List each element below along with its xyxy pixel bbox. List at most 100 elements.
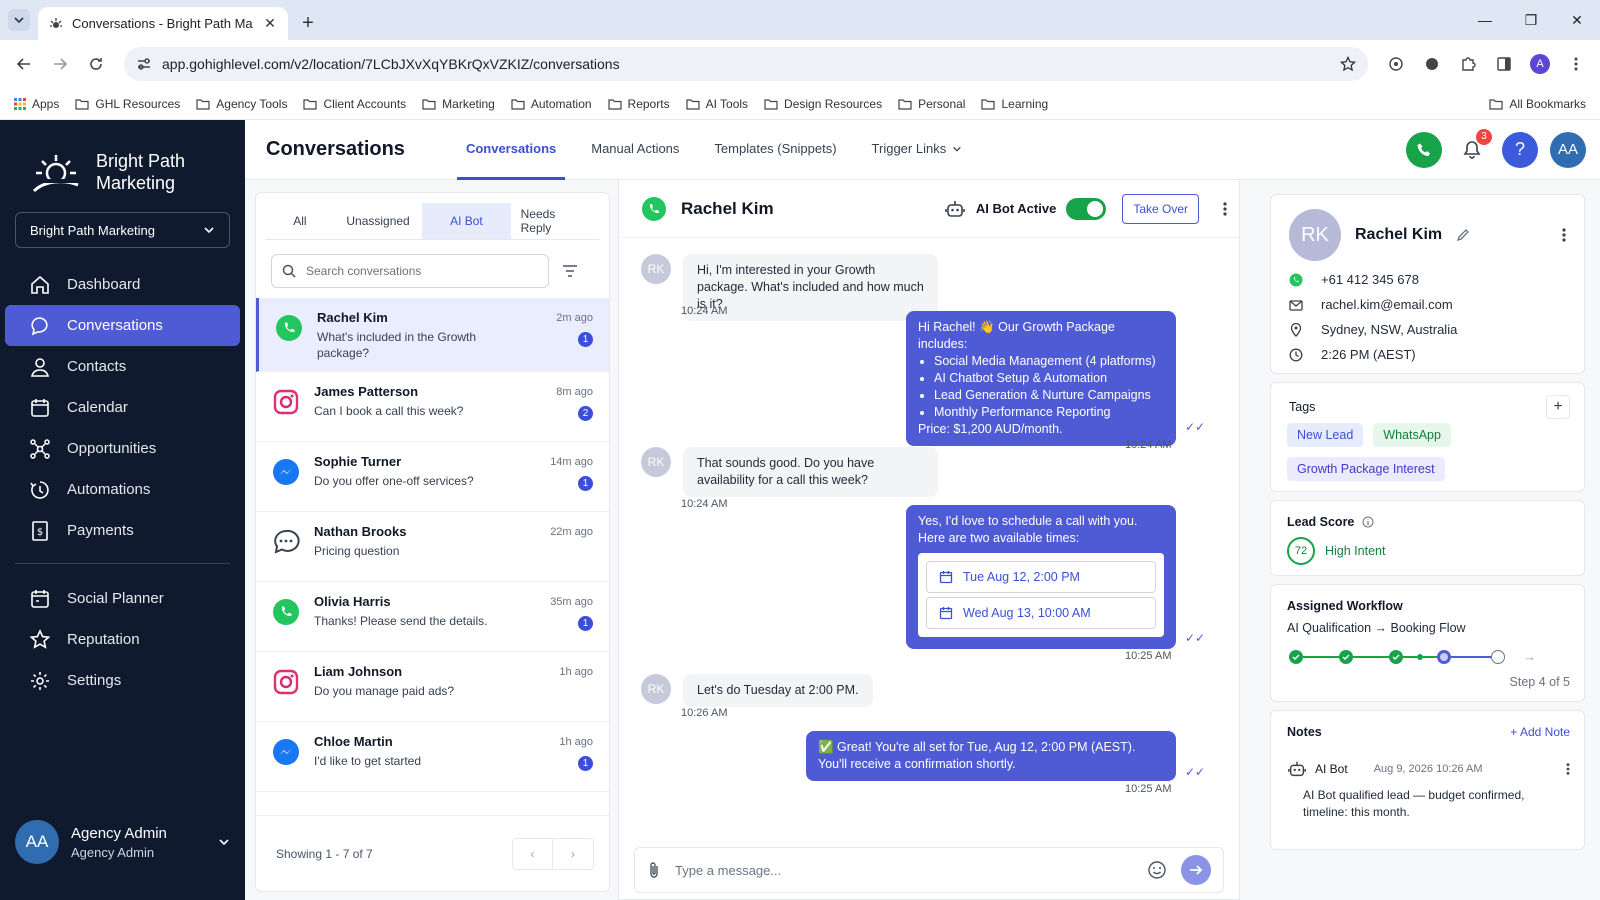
close-window-button[interactable]: ✕ <box>1554 0 1600 40</box>
sidebar-item-calendar[interactable]: Calendar <box>5 387 240 428</box>
reply-intro: Hi Rachel! 👋 Our Growth Package includes… <box>918 320 1115 351</box>
sidebar-item-automations[interactable]: Automations <box>5 469 240 510</box>
prev-page-button[interactable]: ‹ <box>513 838 553 869</box>
conversation-item[interactable]: Rachel Kim What's included in the Growth … <box>256 298 609 372</box>
bookmark-folder[interactable]: AI Tools <box>685 97 748 111</box>
edit-pencil-icon[interactable] <box>1456 228 1470 242</box>
search-row: Search conversations <box>271 254 599 288</box>
extension-icon-1[interactable] <box>1380 48 1412 80</box>
attachment-icon[interactable] <box>647 861 661 879</box>
side-panel-icon[interactable] <box>1488 48 1520 80</box>
extensions-puzzle-icon[interactable] <box>1452 48 1484 80</box>
bookmark-apps[interactable]: Apps <box>14 97 59 111</box>
back-button[interactable] <box>8 48 40 80</box>
notifications-button[interactable]: 3 <box>1454 128 1492 168</box>
browser-tab[interactable]: Conversations - Bright Path Ma ✕ <box>38 7 288 40</box>
add-note-button[interactable]: + Add Note <box>1510 725 1570 739</box>
bookmark-folder[interactable]: Marketing <box>422 97 495 111</box>
contact-email: rachel.kim@email.com <box>1321 297 1453 312</box>
brand-logo[interactable]: Bright Path Marketing <box>0 120 245 202</box>
contact-email-row[interactable]: rachel.kim@email.com <box>1289 292 1584 317</box>
bookmark-folder[interactable]: Agency Tools <box>196 97 287 111</box>
conversation-preview: Can I book a call this week? <box>314 404 464 418</box>
contact-avatar: RK <box>1289 209 1341 261</box>
restore-button[interactable]: ❐ <box>1508 0 1554 40</box>
bookmark-folder[interactable]: Personal <box>898 97 965 111</box>
minimize-button[interactable]: — <box>1462 0 1508 40</box>
account-select-value: Bright Path Marketing <box>30 222 156 238</box>
conversation-item[interactable]: Liam Johnson Do you manage paid ads? 1h ag… <box>256 652 609 722</box>
sidebar-item-contacts[interactable]: Contacts <box>5 346 240 387</box>
tag-whatsapp[interactable]: WhatsApp <box>1373 423 1451 447</box>
sidebar-item-reputation[interactable]: Reputation <box>5 619 240 660</box>
conversation-item[interactable]: James Patterson Can I book a call this we… <box>256 372 609 442</box>
user-profile-menu[interactable]: AA Agency Admin Agency Admin <box>15 820 230 864</box>
next-page-button[interactable]: › <box>553 839 593 869</box>
conversation-item[interactable]: Olivia Harris Thanks! Please send the det… <box>256 582 609 652</box>
bookmark-folder[interactable]: Learning <box>981 97 1048 111</box>
sidebar-item-social-planner[interactable]: Social Planner <box>5 578 240 619</box>
send-button[interactable] <box>1181 855 1211 885</box>
contact-location: Sydney, NSW, Australia <box>1321 322 1458 337</box>
tag-growth-package-interest[interactable]: Growth Package Interest <box>1287 457 1445 481</box>
take-over-button[interactable]: Take Over <box>1122 193 1199 224</box>
conversation-item[interactable]: Nathan Brooks Pricing question 22m ago <box>256 512 609 582</box>
more-options-icon[interactable] <box>1562 227 1566 243</box>
time-slot-option[interactable]: Tue Aug 12, 2:00 PM <box>926 561 1156 593</box>
profile-button[interactable]: A <box>1524 48 1556 80</box>
forward-button[interactable] <box>44 48 76 80</box>
extension-icon-2[interactable] <box>1416 48 1448 80</box>
phone-button[interactable] <box>1406 131 1442 168</box>
browser-menu-icon[interactable] <box>1560 48 1592 80</box>
step-pending-icon <box>1491 649 1505 664</box>
all-bookmarks[interactable]: All Bookmarks <box>1489 97 1586 111</box>
url-bar[interactable]: app.gohighlevel.com/v2/location/7LCbJXvX… <box>124 47 1368 81</box>
note-options-icon[interactable] <box>1566 762 1570 776</box>
tags-card: Tags + New Lead WhatsApp Growth Package … <box>1270 382 1585 492</box>
search-icon <box>282 264 296 278</box>
tab-trigger-links[interactable]: Trigger Links <box>863 120 972 180</box>
bookmark-folder[interactable]: Reports <box>607 97 670 111</box>
filter-all[interactable]: All <box>266 203 334 239</box>
bookmark-label: Learning <box>1001 96 1049 111</box>
conversation-item[interactable]: Sophie Turner Do you offer one-off servic… <box>256 442 609 512</box>
bookmark-folder[interactable]: Client Accounts <box>303 97 406 111</box>
message-input[interactable]: Type a message... <box>675 863 1133 878</box>
filter-needs-reply[interactable]: Needs Reply <box>511 203 599 239</box>
account-select[interactable]: Bright Path Marketing <box>15 212 230 248</box>
bookmark-folder[interactable]: Automation <box>511 97 592 111</box>
sidebar-item-opportunities[interactable]: Opportunities <box>5 428 240 469</box>
contact-phone-row[interactable]: +61 412 345 678 <box>1289 267 1584 292</box>
conversation-item[interactable]: Chloe Martin I'd like to get started 1h ag… <box>256 722 609 792</box>
tab-manual-actions[interactable]: Manual Actions <box>582 120 688 180</box>
filter-sort-icon[interactable] <box>561 262 579 280</box>
new-tab-button[interactable]: + <box>294 9 322 37</box>
search-input[interactable]: Search conversations <box>271 254 549 288</box>
ai-bot-toggle[interactable] <box>1066 197 1107 220</box>
reload-icon <box>90 58 102 70</box>
emoji-icon[interactable] <box>1147 860 1167 880</box>
help-button[interactable]: ? <box>1502 131 1538 168</box>
star-bookmark-icon[interactable] <box>1340 56 1356 72</box>
sidebar-item-dashboard[interactable]: Dashboard <box>5 264 240 305</box>
sidebar-item-conversations[interactable]: Conversations <box>5 305 240 346</box>
reload-button[interactable] <box>80 48 112 80</box>
more-options-icon[interactable] <box>1223 201 1227 217</box>
sidebar-item-settings[interactable]: Settings <box>5 660 240 701</box>
info-icon[interactable] <box>1362 516 1374 528</box>
tab-templates[interactable]: Templates (Snippets) <box>705 120 845 180</box>
bookmark-folder[interactable]: GHL Resources <box>75 97 180 111</box>
sidebar-item-payments[interactable]: $ Payments <box>5 510 240 551</box>
add-tag-button[interactable]: + <box>1546 395 1570 419</box>
filter-ai-bot[interactable]: AI Bot <box>422 203 511 239</box>
close-tab-icon[interactable]: ✕ <box>262 15 278 32</box>
bookmark-label: Design Resources <box>784 96 883 111</box>
workflow-step: Step 4 of 5 <box>1509 675 1570 689</box>
filter-unassigned[interactable]: Unassigned <box>334 203 422 239</box>
tab-conversations[interactable]: Conversations <box>456 120 566 180</box>
time-slot-option[interactable]: Wed Aug 13, 10:00 AM <box>926 597 1156 629</box>
user-avatar-button[interactable]: AA <box>1550 131 1586 168</box>
tag-new-lead[interactable]: New Lead <box>1287 423 1364 447</box>
bookmark-folder[interactable]: Design Resources <box>764 97 882 111</box>
tab-search-button[interactable] <box>8 9 30 31</box>
